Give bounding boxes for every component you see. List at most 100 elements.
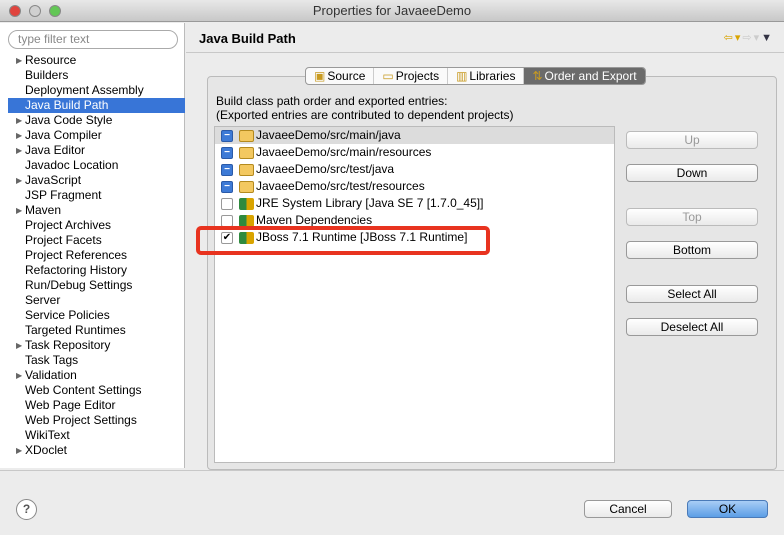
export-checkbox[interactable]: −: [221, 180, 233, 193]
minimize-window-button[interactable]: [29, 5, 41, 17]
sidebar-item-label: Web Content Settings: [25, 383, 142, 397]
back-icon[interactable]: ⇦▾: [724, 32, 743, 44]
close-window-button[interactable]: [9, 5, 21, 17]
sidebar-item[interactable]: ▶ Task Repository: [0, 338, 185, 353]
sidebar-item-label: Task Tags: [25, 353, 79, 367]
sidebar-item-label: WikiText: [25, 428, 70, 442]
tab[interactable]: ⇅ Order and Export: [524, 68, 645, 84]
export-checkbox[interactable]: −: [221, 129, 233, 142]
filter-input[interactable]: type filter text: [8, 30, 178, 49]
sidebar-item[interactable]: Web Project Settings: [0, 413, 185, 428]
sidebar-item-label: Java Build Path: [25, 98, 109, 112]
sidebar-item-label: JSP Fragment: [25, 188, 102, 202]
sidebar-item[interactable]: Service Policies: [0, 308, 185, 323]
sidebar-item[interactable]: ▶ Resource: [0, 53, 185, 68]
footer-divider: [0, 470, 784, 471]
sidebar-item[interactable]: ▶ Validation: [0, 368, 185, 383]
tab-icon: ▭: [382, 69, 394, 83]
sidebar-item-label: Maven: [25, 203, 62, 217]
list-item[interactable]: − JavaeeDemo/src/main/resources: [215, 144, 614, 161]
export-checkbox[interactable]: −: [221, 146, 233, 159]
description-line2: (Exported entries are contributed to dep…: [216, 108, 514, 122]
up-button[interactable]: Up: [626, 131, 758, 149]
sidebar-item[interactable]: Web Content Settings: [0, 383, 185, 398]
expand-arrow-icon[interactable]: ▶: [16, 113, 22, 128]
sidebar-item-label: Service Policies: [25, 308, 110, 322]
export-checkbox[interactable]: −: [221, 163, 233, 176]
sidebar-item[interactable]: WikiText: [0, 428, 185, 443]
list-item[interactable]: − JavaeeDemo/src/test/java: [215, 161, 614, 178]
sidebar-item-label: Task Repository: [25, 338, 111, 352]
expand-arrow-icon[interactable]: ▶: [16, 173, 22, 188]
sidebar-item[interactable]: Refactoring History: [0, 263, 185, 278]
export-checkbox[interactable]: [221, 214, 233, 227]
sidebar-item[interactable]: Project Facets: [0, 233, 185, 248]
sidebar-item[interactable]: Server: [0, 293, 185, 308]
sidebar-item[interactable]: Java Build Path: [8, 98, 185, 113]
sidebar-item[interactable]: ▶ Java Editor: [0, 143, 185, 158]
zoom-window-button[interactable]: [49, 5, 61, 17]
sidebar-item[interactable]: Targeted Runtimes: [0, 323, 185, 338]
sidebar-item[interactable]: ▶ Java Code Style: [0, 113, 185, 128]
sidebar-item[interactable]: Project References: [0, 248, 185, 263]
help-button[interactable]: ?: [16, 499, 37, 520]
sidebar-item[interactable]: ▶ XDoclet: [0, 443, 185, 458]
tab[interactable]: ▥ Libraries: [448, 68, 525, 84]
sidebar-item[interactable]: Run/Debug Settings: [0, 278, 185, 293]
expand-arrow-icon[interactable]: ▶: [16, 368, 22, 383]
sidebar-item[interactable]: ▶ Maven: [0, 203, 185, 218]
sidebar-item-label: Builders: [25, 68, 69, 82]
sidebar-item-label: Project Facets: [25, 233, 102, 247]
entry-label: JRE System Library [Java SE 7 [1.7.0_45]…: [256, 196, 484, 210]
list-item[interactable]: − JavaeeDemo/src/main/java: [215, 127, 614, 144]
expand-arrow-icon[interactable]: ▶: [16, 53, 22, 68]
tab-icon: ▣: [314, 69, 326, 83]
export-checkbox[interactable]: [221, 197, 233, 210]
expand-arrow-icon[interactable]: ▶: [16, 443, 22, 458]
sidebar-item[interactable]: Task Tags: [0, 353, 185, 368]
list-item[interactable]: JRE System Library [Java SE 7 [1.7.0_45]…: [215, 195, 614, 212]
sidebar-item-label: JavaScript: [25, 173, 82, 187]
tab-label: Libraries: [469, 69, 516, 83]
page-title: Java Build Path: [199, 31, 296, 46]
sidebar-item[interactable]: JSP Fragment: [0, 188, 185, 203]
entry-label: JavaeeDemo/src/test/java: [256, 162, 395, 176]
menu-icon[interactable]: ▼: [761, 32, 774, 44]
expand-arrow-icon[interactable]: ▶: [16, 338, 22, 353]
sidebar-item[interactable]: Project Archives: [0, 218, 185, 233]
cancel-button[interactable]: Cancel: [584, 500, 672, 518]
select-all-button[interactable]: Select All: [626, 285, 758, 303]
bottom-button[interactable]: Bottom: [626, 241, 758, 259]
sidebar-item[interactable]: ▶ Java Compiler: [0, 128, 185, 143]
deselect-all-button[interactable]: Deselect All: [626, 318, 758, 336]
sidebar-item[interactable]: Web Page Editor: [0, 398, 185, 413]
down-button[interactable]: Down: [626, 164, 758, 182]
source-folder-icon: [239, 163, 254, 176]
source-folder-icon: [239, 180, 254, 193]
sidebar-item-label: Run/Debug Settings: [25, 278, 133, 292]
ok-button[interactable]: OK: [687, 500, 768, 518]
tab[interactable]: ▣ Source: [306, 68, 375, 84]
sidebar-item-label: Javadoc Location: [25, 158, 119, 172]
expand-arrow-icon[interactable]: ▶: [16, 128, 22, 143]
forward-icon[interactable]: ⇨▾: [742, 32, 761, 44]
top-button[interactable]: Top: [626, 208, 758, 226]
description-line1: Build class path order and exported entr…: [216, 94, 448, 108]
sidebar-item-label: Targeted Runtimes: [25, 323, 126, 337]
sidebar-item[interactable]: Javadoc Location: [0, 158, 185, 173]
sidebar-item-label: Project References: [25, 248, 128, 262]
entries-list[interactable]: − JavaeeDemo/src/main/java − JavaeeDemo/src…: [214, 126, 615, 463]
page-header: Java Build Path ⇦▾⇨▾▼: [186, 23, 784, 53]
list-item[interactable]: − JavaeeDemo/src/test/resources: [215, 178, 614, 195]
sidebar-item[interactable]: ▶ JavaScript: [0, 173, 185, 188]
sidebar-item-label: Project Archives: [25, 218, 112, 232]
sidebar-item[interactable]: Builders: [0, 68, 185, 83]
sidebar-item-label: XDoclet: [25, 443, 68, 457]
tab[interactable]: ▭ Projects: [374, 68, 449, 84]
expand-arrow-icon[interactable]: ▶: [16, 143, 22, 158]
sidebar-item[interactable]: Deployment Assembly: [0, 83, 185, 98]
expand-arrow-icon[interactable]: ▶: [16, 203, 22, 218]
entry-label: JavaeeDemo/src/main/java: [256, 128, 401, 142]
library-icon: [239, 214, 254, 227]
sidebar-item-label: Deployment Assembly: [25, 83, 144, 97]
